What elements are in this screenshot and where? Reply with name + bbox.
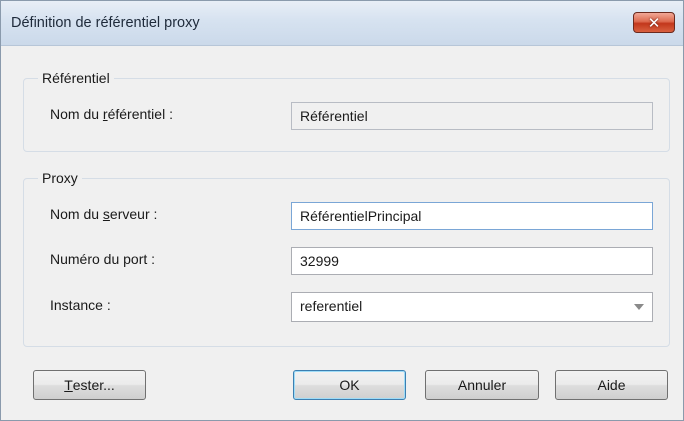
dialog-title: Définition de référentiel proxy (11, 15, 200, 31)
dialog-client-area: Référentiel Nom du référentiel : Référen… (8, 46, 676, 413)
referentiel-name-label: Nom du référentiel : (50, 106, 173, 122)
chevron-down-icon[interactable] (634, 304, 644, 310)
server-name-input[interactable]: RéférentielPrincipal (291, 202, 653, 230)
referentiel-group-label: Référentiel (38, 70, 114, 86)
instance-select-value: referentiel (300, 298, 363, 314)
port-number-input[interactable]: 32999 (291, 247, 653, 275)
close-icon: ✕ (647, 14, 661, 32)
referentiel-name-field: Référentiel (291, 102, 653, 130)
instance-select[interactable]: referentiel (291, 292, 653, 322)
title-bar[interactable]: Définition de référentiel proxy ✕ (1, 1, 683, 46)
dialog-window: Définition de référentiel proxy ✕ Référe… (0, 0, 684, 421)
cancel-button[interactable]: Annuler (425, 370, 539, 400)
close-button[interactable]: ✕ (633, 12, 675, 33)
test-button[interactable]: Tester... (33, 370, 146, 400)
proxy-group-label: Proxy (38, 170, 82, 186)
instance-label: Instance : (50, 297, 111, 313)
help-button[interactable]: Aide (555, 370, 668, 400)
server-name-label: Nom du serveur : (50, 206, 158, 222)
port-number-label: Numéro du port : (50, 251, 156, 267)
ok-button[interactable]: OK (293, 370, 406, 400)
